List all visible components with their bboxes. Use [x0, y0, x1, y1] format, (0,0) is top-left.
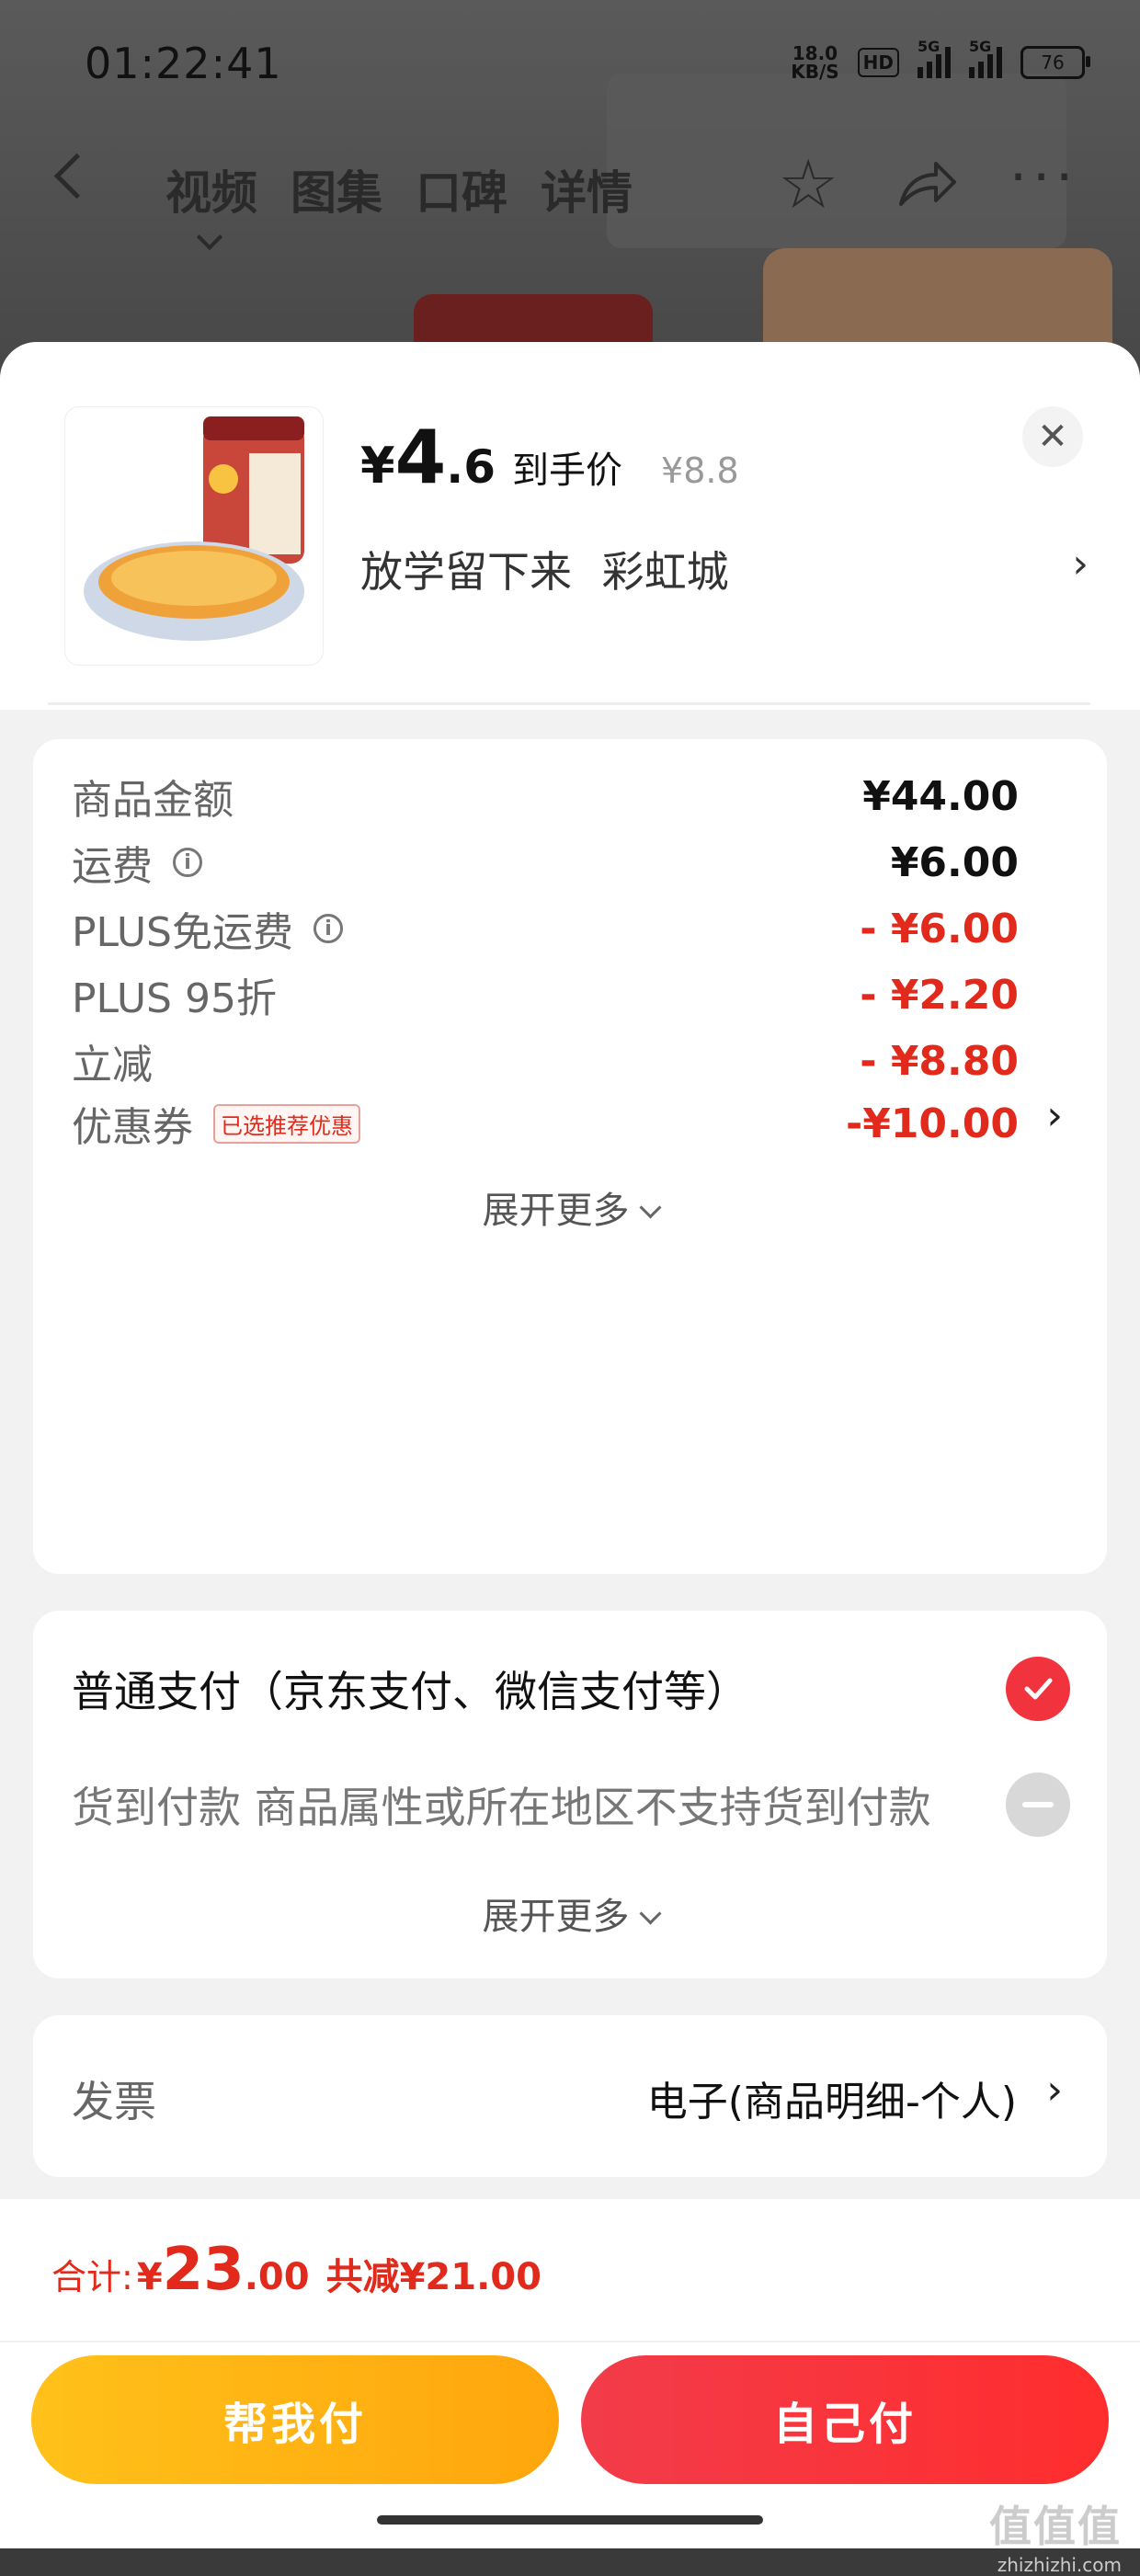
payment-option-normal[interactable]: 普通支付（京东支付、微信支付等）	[72, 1657, 1070, 1721]
price-symbol: ¥	[360, 437, 395, 495]
total-symbol: ¥	[136, 2256, 163, 2298]
checkout-footer: 合计: ¥ 23 .00 共减¥21.00 帮我付 自己付 值值值 zhizhi…	[0, 2199, 1140, 2576]
nav-tabs: 视频 图集 口碑 详情	[165, 156, 633, 222]
price-row: ¥ 4 .6 到手价 ¥8.8	[360, 415, 739, 500]
disabled-icon	[1006, 1772, 1070, 1837]
fee-label: 优惠券 已选推荐优惠	[72, 1094, 360, 1153]
chevron-right-icon[interactable]: ›	[1046, 2067, 1063, 2114]
expand-more-button[interactable]: 展开更多	[33, 1886, 1107, 1940]
chevron-right-icon[interactable]: ›	[1046, 1092, 1063, 1139]
fee-details-card: 商品金额 ¥44.00 运费 i ¥6.00 PLUS免运费 i - ¥6.00…	[33, 739, 1107, 1574]
tab-reviews[interactable]: 口碑	[416, 156, 507, 222]
self-pay-button[interactable]: 自己付	[581, 2355, 1109, 2484]
network-speed: 18.0 KB/S	[791, 42, 839, 83]
fee-row-shipping: 运费 i ¥6.00	[72, 833, 1019, 892]
watermark: 值值值 zhizhizhi.com	[989, 2502, 1122, 2576]
total-integer: 23	[162, 2236, 245, 2304]
price-decimal: .6	[446, 440, 496, 494]
fee-row-goods: 商品金额 ¥44.00	[72, 767, 1019, 826]
fee-label: 商品金额	[72, 777, 234, 824]
close-button[interactable]: ✕	[1022, 406, 1083, 467]
help-pay-button[interactable]: 帮我付	[31, 2355, 559, 2484]
fee-value: - ¥2.20	[860, 971, 1019, 1019]
shop-name[interactable]: 放学留下来 彩虹城	[360, 539, 729, 599]
fee-value: -¥10.00	[845, 1100, 1019, 1147]
hd-icon: HD	[857, 48, 899, 77]
favorite-star-icon[interactable]: ☆	[778, 151, 838, 219]
product-image	[84, 416, 304, 641]
payment-option-label: 货到付款 商品属性或所在地区不支持货到付款	[72, 1783, 931, 1832]
fee-row-plus-discount: PLUS 95折 - ¥2.20	[72, 965, 1019, 1024]
top-navigation: 视频 图集 口碑 详情 ☆ ···	[0, 138, 1140, 230]
status-time: 01:22:41	[85, 39, 282, 88]
fee-value: - ¥6.00	[860, 905, 1019, 952]
fee-label: PLUS免运费 i	[72, 899, 343, 958]
product-thumbnail	[64, 406, 324, 666]
home-indicator[interactable]	[377, 2515, 763, 2525]
close-icon: ✕	[1037, 416, 1068, 458]
total-decimal: .00	[244, 2256, 310, 2298]
info-icon[interactable]: i	[173, 848, 202, 877]
payment-card: 普通支付（京东支付、微信支付等） 货到付款 商品属性或所在地区不支持货到付款 展…	[33, 1611, 1107, 1978]
chevron-right-icon[interactable]: ›	[1072, 541, 1089, 587]
fee-label: PLUS 95折	[72, 975, 277, 1022]
back-icon[interactable]	[53, 153, 100, 199]
product-page-background: 01:22:41 18.0 KB/S HD 5G 5G 76 视频 图集 口碑 …	[0, 0, 1140, 386]
fee-label: 立减	[72, 1042, 153, 1089]
chevron-down-icon	[638, 1902, 662, 1925]
fee-value: ¥6.00	[890, 838, 1019, 886]
more-icon[interactable]: ···	[1009, 145, 1078, 210]
checked-icon[interactable]	[1006, 1657, 1070, 1721]
total-label: 合计:	[51, 2257, 133, 2297]
divider	[48, 702, 1090, 705]
total-row: 合计: ¥ 23 .00 共减¥21.00	[51, 2236, 542, 2304]
invoice-card[interactable]: 发票 电子(商品明细-个人) ›	[33, 2015, 1107, 2177]
tab-video[interactable]: 视频	[165, 156, 257, 222]
payment-option-label: 普通支付（京东支付、微信支付等）	[72, 1667, 748, 1716]
status-icons: 18.0 KB/S HD 5G 5G 76	[791, 38, 1090, 83]
chevron-down-icon	[638, 1196, 662, 1219]
fee-value: ¥44.00	[862, 772, 1019, 820]
coupon-badge: 已选推荐优惠	[213, 1103, 360, 1144]
price-label: 到手价	[512, 450, 623, 492]
signal-icon-2: 5G	[969, 38, 1002, 78]
fee-row-instant-discount: 立减 - ¥8.80	[72, 1032, 1019, 1090]
expand-more-button[interactable]: 展开更多	[33, 1180, 1107, 1234]
share-icon[interactable]	[897, 160, 958, 208]
original-price: ¥8.8	[661, 450, 739, 491]
divider	[0, 2341, 1140, 2342]
invoice-label: 发票	[72, 2077, 156, 2126]
invoice-value: 电子(商品明细-个人)	[646, 2079, 1017, 2126]
price-integer: 4	[394, 415, 447, 500]
payment-option-cod: 货到付款 商品属性或所在地区不支持货到付款	[72, 1772, 1070, 1837]
fee-label: 运费 i	[72, 833, 202, 892]
total-saved: 共减¥21.00	[325, 2256, 542, 2298]
fee-row-plus-shipping: PLUS免运费 i - ¥6.00	[72, 899, 1019, 958]
battery-icon: 76	[1020, 46, 1090, 79]
fee-row-coupon[interactable]: 优惠券 已选推荐优惠 -¥10.00	[72, 1094, 1019, 1153]
info-icon[interactable]: i	[314, 914, 343, 943]
signal-icon: 5G	[918, 38, 951, 78]
tab-details[interactable]: 详情	[541, 156, 633, 222]
fee-value: - ¥8.80	[860, 1037, 1019, 1085]
sheet-header: ¥ 4 .6 到手价 ¥8.8 放学留下来 彩虹城 › ✕	[0, 342, 1140, 710]
status-bar: 01:22:41 18.0 KB/S HD 5G 5G 76	[0, 0, 1140, 138]
tab-gallery[interactable]: 图集	[291, 156, 382, 222]
